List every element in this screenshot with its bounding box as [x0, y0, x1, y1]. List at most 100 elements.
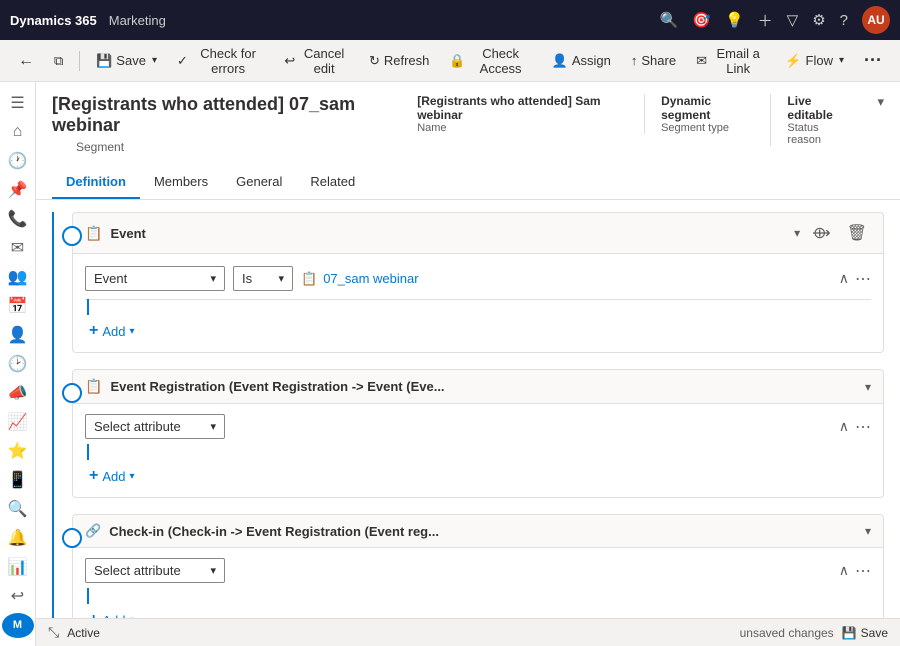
event-condition-row: Event ▾ Is ▾ 📋 07_sam webinar [73, 258, 883, 299]
status-save-button[interactable]: 💾 Save [842, 626, 888, 640]
event-group-share-button[interactable]: ⟴ [808, 221, 835, 245]
open-in-window-button[interactable]: ⧉ [46, 45, 71, 77]
sidebar-item-back[interactable]: ↩ [2, 584, 34, 609]
sidebar-item-chart[interactable]: 📊 [2, 555, 34, 580]
tab-members[interactable]: Members [140, 166, 222, 199]
checkin-group-title: Check-in (Check-in -> Event Registration… [109, 524, 865, 539]
status-save-icon: 💾 [842, 626, 857, 640]
sidebar-item-phone[interactable]: 📞 [2, 206, 34, 231]
sidebar-item-graph[interactable]: 📈 [2, 410, 34, 435]
checkin-collapse: ∧ ⋯ [839, 561, 871, 581]
filter-icon[interactable]: ▽ [787, 11, 799, 29]
check-errors-button[interactable]: ✓ Check for errors [169, 45, 272, 77]
event-collapse-button[interactable]: ∧ [839, 270, 849, 287]
event-add-button[interactable]: + Add ▾ [85, 320, 139, 342]
event-reg-collapse-button[interactable]: ∧ [839, 418, 849, 435]
event-op-chevron-icon: ▾ [278, 272, 284, 285]
status-expand-button[interactable]: ⤡ [48, 624, 59, 641]
event-add-row: + Add ▾ [73, 314, 883, 348]
check-access-button[interactable]: 🔒 Check Access [441, 45, 539, 77]
flow-icon: ⚡ [785, 53, 801, 69]
lock-icon: 🔒 [449, 53, 465, 69]
checkin-attribute-select[interactable]: Select attribute ▾ [85, 558, 225, 583]
flow-button[interactable]: ⚡ Flow ▾ [777, 45, 852, 77]
event-value-text: 07_sam webinar [323, 271, 418, 286]
sidebar-item-user-initial[interactable]: M [2, 613, 34, 638]
save-chevron-icon: ▾ [152, 55, 157, 66]
window-icon: ⧉ [54, 53, 63, 69]
sidebar-item-email[interactable]: ✉ [2, 235, 34, 260]
event-reg-cursor [87, 444, 89, 460]
event-reg-more-button[interactable]: ⋯ [855, 417, 871, 437]
back-button[interactable]: ← [10, 45, 42, 77]
more-icon: ··· [864, 50, 882, 71]
search-icon[interactable]: 🔍 [660, 11, 679, 29]
event-reg-attr-chevron-icon: ▾ [210, 420, 216, 433]
sidebar-item-recent[interactable]: 🕐 [2, 148, 34, 173]
sidebar-item-calendar[interactable]: 📅 [2, 293, 34, 318]
settings-icon[interactable]: ⚙ [812, 11, 825, 29]
event-reg-add-button[interactable]: + Add ▾ [85, 465, 139, 487]
save-icon: 💾 [96, 53, 112, 69]
event-attribute-select[interactable]: Event ▾ [85, 266, 225, 291]
app-module: Marketing [109, 13, 166, 28]
event-reg-attribute-select[interactable]: Select attribute ▾ [85, 414, 225, 439]
unsaved-changes-text: unsaved changes [740, 626, 834, 640]
refresh-icon: ↻ [369, 53, 380, 69]
event-operator-select[interactable]: Is ▾ [233, 266, 293, 291]
share-button[interactable]: ↑ Share [623, 45, 684, 77]
sidebar-item-clock[interactable]: 🕑 [2, 351, 34, 376]
refresh-button[interactable]: ↻ Refresh [361, 45, 437, 77]
sidebar-item-pinned[interactable]: 📌 [2, 177, 34, 202]
help-icon[interactable]: ? [840, 12, 848, 29]
event-reg-cursor-container [73, 445, 883, 459]
event-group-delete-button[interactable]: 🗑 [843, 221, 871, 245]
tab-related[interactable]: Related [296, 166, 369, 199]
flow-chevron-icon: ▾ [839, 55, 844, 66]
email-link-button[interactable]: ✉ Email a Link [688, 45, 773, 77]
event-reg-group-title: Event Registration (Event Registration -… [110, 379, 865, 394]
tab-definition[interactable]: Definition [52, 166, 140, 199]
event-value-icon: 📋 [301, 271, 317, 287]
assign-button[interactable]: 👤 Assign [544, 45, 619, 77]
sidebar-item-star[interactable]: ⭐ [2, 439, 34, 464]
cancel-edit-button[interactable]: ↩ Cancel edit [276, 45, 357, 77]
tab-general[interactable]: General [222, 166, 296, 199]
sidebar-item-search[interactable]: 🔍 [2, 497, 34, 522]
checkin-chevron-icon: ▾ [865, 524, 871, 538]
checkin-group-header[interactable]: 🔗 Check-in (Check-in -> Event Registrati… [73, 515, 883, 548]
sidebar-item-hamburger[interactable]: ☰ [2, 90, 34, 115]
sidebar-item-person[interactable]: 👤 [2, 322, 34, 347]
event-reg-add-chevron-icon: ▾ [129, 471, 134, 482]
command-bar: ← ⧉ 💾 Save ▾ ✓ Check for errors ↩ Cancel… [0, 40, 900, 82]
sidebar-item-home[interactable]: ⌂ [2, 119, 34, 144]
event-value: 📋 07_sam webinar [301, 271, 419, 287]
target-icon[interactable]: 🎯 [692, 11, 711, 29]
more-commands-button[interactable]: ··· [856, 45, 890, 77]
lightbulb-icon[interactable]: 💡 [725, 11, 744, 29]
user-avatar[interactable]: AU [862, 6, 890, 34]
header-collapse-button[interactable]: ▾ [877, 94, 884, 110]
sidebar-item-marketing[interactable]: 📣 [2, 380, 34, 405]
event-more-button[interactable]: ⋯ [855, 269, 871, 289]
cancel-icon: ↩ [284, 53, 295, 69]
sidebar-item-contacts[interactable]: 👥 [2, 264, 34, 289]
checkin-add-button[interactable]: + Add ▾ [85, 609, 139, 618]
event-group-actions: ▾ ⟴ 🗑 [794, 221, 871, 245]
sidebar-item-mobile[interactable]: 📱 [2, 468, 34, 493]
checkin-collapse-button[interactable]: ∧ [839, 562, 849, 579]
event-reg-group-header[interactable]: 📋 Event Registration (Event Registration… [73, 370, 883, 404]
event-reg-group-body: Select attribute ▾ ∧ ⋯ [73, 404, 883, 497]
sidebar-item-bell[interactable]: 🔔 [2, 526, 34, 551]
back-icon: ← [18, 52, 34, 70]
checkin-group: 🔗 Check-in (Check-in -> Event Registrati… [72, 514, 884, 618]
event-group-header[interactable]: 📋 Event ▾ ⟴ 🗑 [73, 213, 883, 254]
event-reg-add-icon: + [89, 467, 98, 485]
save-button[interactable]: 💾 Save ▾ [88, 45, 165, 77]
checkin-more-button[interactable]: ⋯ [855, 561, 871, 581]
checkin-group-connector [62, 528, 82, 548]
event-group-wrapper: 📋 Event ▾ ⟴ 🗑 Event [72, 212, 884, 353]
plus-icon[interactable]: ＋ [758, 10, 773, 31]
tabs: Definition Members General Related [52, 166, 884, 199]
event-reg-collapse: ∧ ⋯ [839, 417, 871, 437]
